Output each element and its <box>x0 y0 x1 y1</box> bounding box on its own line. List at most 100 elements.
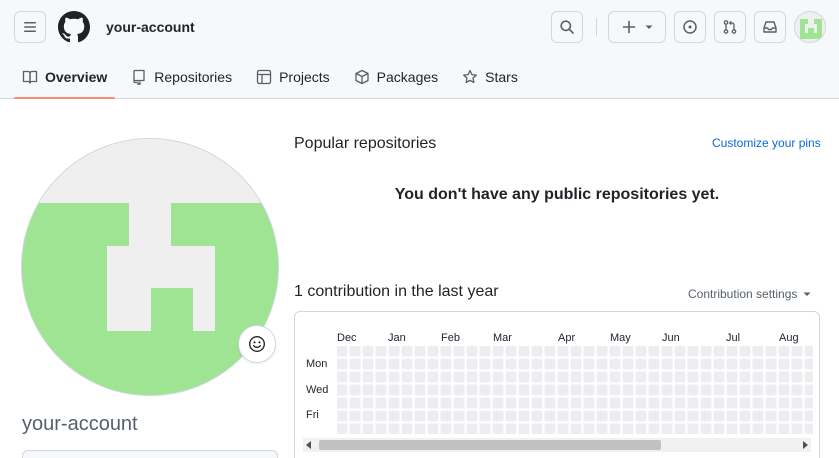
contribution-cell[interactable] <box>453 346 465 357</box>
contribution-cell[interactable] <box>791 410 803 422</box>
contribution-cell[interactable] <box>401 371 413 383</box>
contribution-cell[interactable] <box>661 397 673 409</box>
contribution-cell[interactable] <box>622 397 634 409</box>
contribution-cell[interactable] <box>544 397 556 409</box>
contribution-cell[interactable] <box>700 423 712 434</box>
contribution-cell[interactable] <box>401 358 413 370</box>
contribution-cell[interactable] <box>349 371 361 383</box>
contribution-cell[interactable] <box>596 371 608 383</box>
contribution-cell[interactable] <box>700 346 712 357</box>
contribution-cell[interactable] <box>739 371 751 383</box>
contribution-cell[interactable] <box>778 423 790 434</box>
contribution-cell[interactable] <box>687 371 699 383</box>
contribution-cell[interactable] <box>557 371 569 383</box>
contribution-cell[interactable] <box>804 346 813 357</box>
contribution-cell[interactable] <box>453 423 465 434</box>
contribution-cell[interactable] <box>544 410 556 422</box>
contribution-cell[interactable] <box>713 371 725 383</box>
contribution-cell[interactable] <box>518 346 530 357</box>
contribution-cell[interactable] <box>557 423 569 434</box>
contribution-cell[interactable] <box>791 384 803 396</box>
contribution-cell[interactable] <box>362 397 374 409</box>
contribution-cell[interactable] <box>726 423 738 434</box>
contribution-cell[interactable] <box>687 410 699 422</box>
tab-projects[interactable]: Projects <box>248 56 338 98</box>
contribution-cell[interactable] <box>505 384 517 396</box>
contribution-cell[interactable] <box>661 358 673 370</box>
contribution-cell[interactable] <box>726 371 738 383</box>
contribution-cell[interactable] <box>518 410 530 422</box>
contribution-cell[interactable] <box>791 358 803 370</box>
contribution-cell[interactable] <box>674 384 686 396</box>
contribution-cell[interactable] <box>401 423 413 434</box>
contribution-cell[interactable] <box>440 410 452 422</box>
contribution-cell[interactable] <box>726 384 738 396</box>
contribution-cell[interactable] <box>778 397 790 409</box>
contribution-cell[interactable] <box>479 397 491 409</box>
contribution-cell[interactable] <box>609 384 621 396</box>
contribution-cell[interactable] <box>492 397 504 409</box>
contribution-cell[interactable] <box>440 397 452 409</box>
contribution-cell[interactable] <box>466 384 478 396</box>
contribution-cell[interactable] <box>661 410 673 422</box>
contribution-cell[interactable] <box>674 397 686 409</box>
contribution-cell[interactable] <box>466 371 478 383</box>
contribution-cell[interactable] <box>479 384 491 396</box>
contribution-cell[interactable] <box>337 384 348 396</box>
contribution-cell[interactable] <box>453 397 465 409</box>
contribution-cell[interactable] <box>557 358 569 370</box>
contribution-cell[interactable] <box>700 410 712 422</box>
header-account-name[interactable]: your-account <box>106 19 195 35</box>
contribution-cell[interactable] <box>362 423 374 434</box>
contribution-cell[interactable] <box>674 371 686 383</box>
contribution-cell[interactable] <box>362 371 374 383</box>
contribution-cell[interactable] <box>557 397 569 409</box>
contribution-cell[interactable] <box>609 346 621 357</box>
contribution-cell[interactable] <box>492 346 504 357</box>
contribution-cell[interactable] <box>648 346 660 357</box>
contribution-cell[interactable] <box>362 410 374 422</box>
contribution-cell[interactable] <box>531 410 543 422</box>
contribution-cell[interactable] <box>739 384 751 396</box>
contribution-cell[interactable] <box>648 384 660 396</box>
contribution-cell[interactable] <box>505 358 517 370</box>
contribution-cell[interactable] <box>583 371 595 383</box>
contribution-cell[interactable] <box>375 410 387 422</box>
contribution-cell[interactable] <box>765 346 777 357</box>
contribution-cell[interactable] <box>778 358 790 370</box>
contribution-cell[interactable] <box>337 423 348 434</box>
contribution-cell[interactable] <box>375 371 387 383</box>
contribution-cell[interactable] <box>583 397 595 409</box>
contribution-cell[interactable] <box>622 410 634 422</box>
contribution-cell[interactable] <box>427 423 439 434</box>
contribution-cell[interactable] <box>349 358 361 370</box>
contribution-cell[interactable] <box>648 410 660 422</box>
contribution-cell[interactable] <box>622 371 634 383</box>
contribution-cell[interactable] <box>648 397 660 409</box>
contribution-cell[interactable] <box>401 384 413 396</box>
contribution-cell[interactable] <box>583 346 595 357</box>
contribution-cell[interactable] <box>752 397 764 409</box>
contribution-cell[interactable] <box>414 346 426 357</box>
contribution-cell[interactable] <box>375 346 387 357</box>
contribution-cell[interactable] <box>505 371 517 383</box>
contribution-cell[interactable] <box>622 346 634 357</box>
contribution-cell[interactable] <box>427 371 439 383</box>
contribution-cell[interactable] <box>804 423 813 434</box>
contribution-cell[interactable] <box>674 410 686 422</box>
contribution-cell[interactable] <box>622 423 634 434</box>
contribution-cell[interactable] <box>713 384 725 396</box>
contribution-cell[interactable] <box>778 371 790 383</box>
contribution-cell[interactable] <box>570 423 582 434</box>
contribution-cell[interactable] <box>752 410 764 422</box>
contribution-cell[interactable] <box>648 358 660 370</box>
contribution-cell[interactable] <box>518 358 530 370</box>
contribution-settings-dropdown[interactable]: Contribution settings <box>688 287 811 301</box>
contribution-cell[interactable] <box>440 358 452 370</box>
contribution-cell[interactable] <box>544 423 556 434</box>
contribution-cell[interactable] <box>544 384 556 396</box>
contribution-cell[interactable] <box>739 358 751 370</box>
contribution-cell[interactable] <box>674 423 686 434</box>
contribution-cell[interactable] <box>596 358 608 370</box>
contribution-cell[interactable] <box>401 397 413 409</box>
